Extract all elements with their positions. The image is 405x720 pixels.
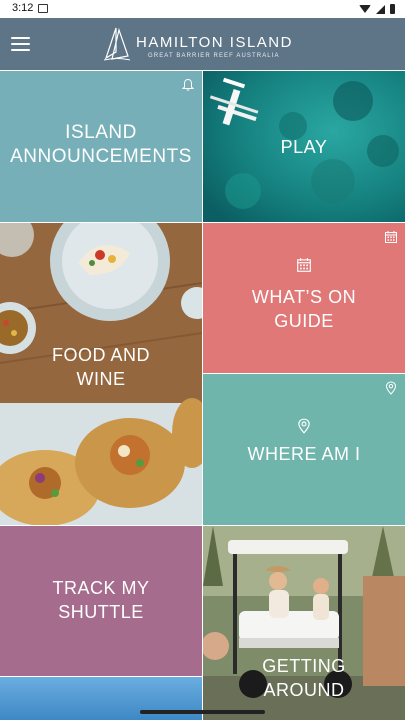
screenshot-notification-icon [38,4,48,13]
hamburger-menu-icon[interactable] [11,37,30,51]
tile-label-food-line1: FOOD AND [51,345,150,365]
tile-getting-around[interactable]: GETTING AROUND [203,526,405,720]
calendar-icon [297,258,311,272]
status-bar: 3:12 [0,0,405,18]
tile-label-shuttle-line2: SHUTTLE [58,602,144,622]
location-pin-icon [298,418,310,434]
bell-icon [181,78,195,91]
sail-logo-icon [103,27,131,61]
logo-title: HAMILTON ISLAND [136,34,293,51]
logo-subtitle: GREAT BARRIER REEF AUSTRALIA [148,53,280,59]
tile-track-my-shuttle[interactable]: TRACK MY SHUTTLE [0,526,202,676]
tile-label-whatson-line2: GUIDE [274,311,334,331]
tile-where-am-i[interactable]: WHERE AM I [203,374,405,525]
calendar-icon [385,231,397,243]
cell-signal-icon [376,4,385,14]
tile-island-announcements[interactable]: ISLAND ANNOUNCEMENTS [0,71,202,222]
tile-food-and-wine[interactable]: FOOD AND WINE [0,223,202,525]
tile-label-announcements: ISLAND ANNOUNCEMENTS [10,122,192,167]
hamilton-island-logo: HAMILTON ISLAND GREAT BARRIER REEF AUSTR… [102,26,307,64]
tile-label-food-line2: WINE [76,369,126,389]
tile-label-around-line1: GETTING [262,656,346,676]
tile-play[interactable]: PLAY [203,71,405,222]
tile-label-shuttle-line1: TRACK MY [52,578,150,598]
tile-label-play: PLAY [280,137,328,157]
tile-label-whatson-line1: WHAT’S ON [251,287,357,307]
status-time: 3:12 [12,2,34,14]
app-header: HAMILTON ISLAND GREAT BARRIER REEF AUSTR… [0,18,405,70]
tile-label-whereami: WHERE AM I [247,444,361,464]
battery-icon [390,4,395,14]
tile-label-around-line2: AROUND [263,680,345,700]
gesture-nav-pill[interactable] [140,710,265,714]
location-pin-icon [385,381,397,395]
status-icons [359,2,395,16]
tile-whats-on-guide[interactable]: WHAT’S ON GUIDE [203,223,405,373]
wifi-icon [359,5,371,13]
